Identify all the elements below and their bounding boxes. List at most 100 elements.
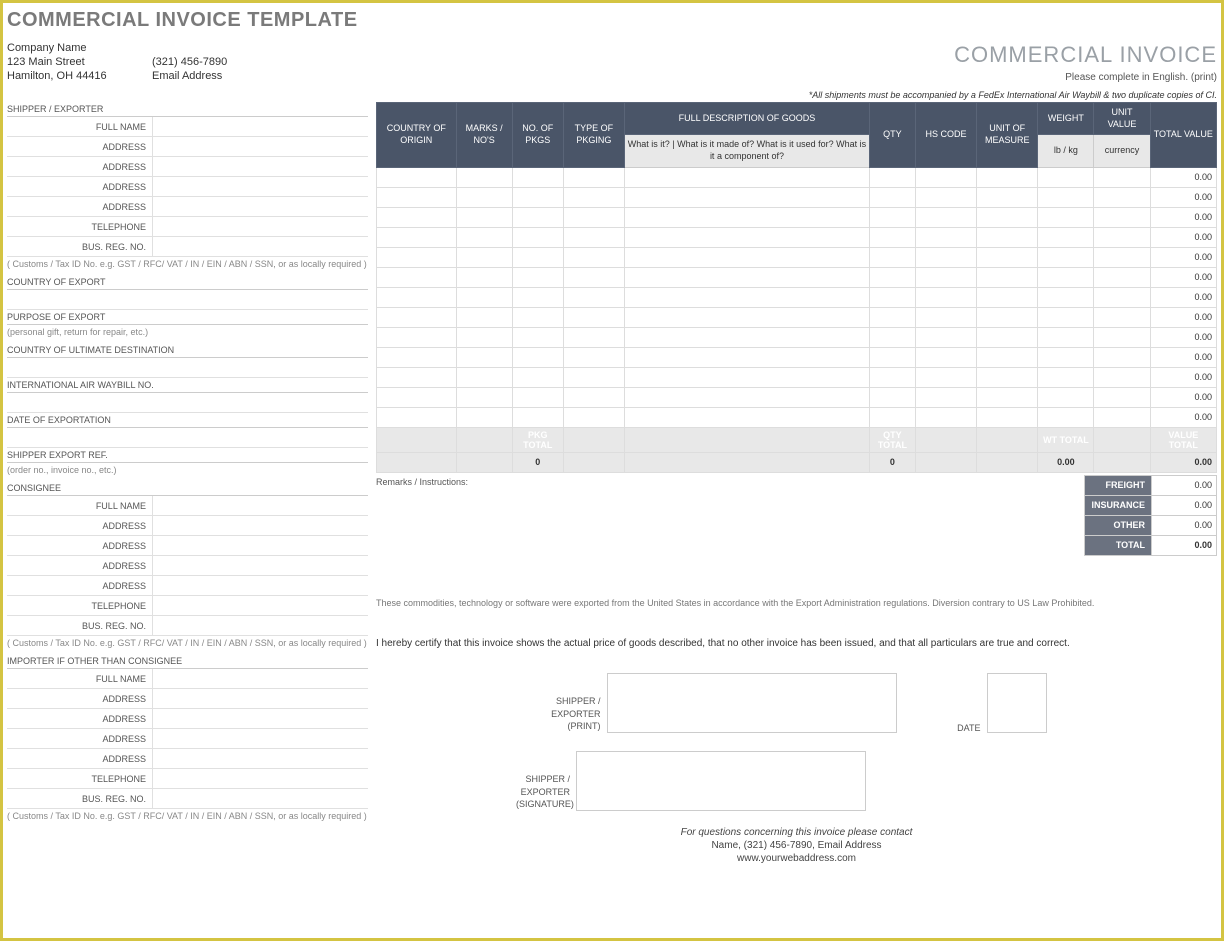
air-waybill-input[interactable] [7,393,368,412]
table-cell[interactable] [977,347,1038,367]
table-cell[interactable] [456,267,512,287]
table-cell[interactable] [625,187,870,207]
table-cell[interactable] [1038,387,1094,407]
table-cell[interactable] [869,367,915,387]
importer-address-input[interactable] [152,689,368,708]
table-row[interactable]: 0.00 [377,387,1217,407]
importer-busreg-input[interactable] [152,789,368,808]
table-cell[interactable] [456,207,512,227]
table-cell[interactable] [377,327,457,347]
table-row[interactable]: 0.00 [377,407,1217,427]
table-cell[interactable] [1038,227,1094,247]
table-cell[interactable] [1094,167,1150,187]
importer-address-input[interactable] [152,709,368,728]
importer-address-input[interactable] [152,729,368,748]
table-cell[interactable] [977,267,1038,287]
table-cell[interactable]: 0.00 [1150,227,1216,247]
table-cell[interactable] [456,347,512,367]
table-cell[interactable] [869,207,915,227]
table-cell[interactable] [377,407,457,427]
consignee-address-input[interactable] [152,536,368,555]
table-cell[interactable] [512,327,563,347]
table-cell[interactable] [1094,267,1150,287]
table-cell[interactable] [869,307,915,327]
table-cell[interactable] [625,247,870,267]
shipper-telephone-input[interactable] [152,217,368,236]
table-cell[interactable] [915,347,976,367]
table-cell[interactable] [563,387,624,407]
table-cell[interactable] [512,247,563,267]
table-cell[interactable] [456,407,512,427]
table-cell[interactable] [377,187,457,207]
table-cell[interactable] [977,247,1038,267]
table-cell[interactable] [625,367,870,387]
table-cell[interactable] [563,187,624,207]
country-export-input[interactable] [7,290,368,309]
date-export-input[interactable] [7,428,368,447]
table-cell[interactable] [977,407,1038,427]
table-cell[interactable] [625,387,870,407]
table-cell[interactable] [1094,247,1150,267]
table-cell[interactable] [456,167,512,187]
table-cell[interactable] [977,367,1038,387]
table-cell[interactable] [1094,407,1150,427]
table-cell[interactable] [456,247,512,267]
table-cell[interactable] [456,287,512,307]
country-ult-input[interactable] [7,358,368,377]
table-cell[interactable] [977,387,1038,407]
table-cell[interactable]: 0.00 [1150,267,1216,287]
table-cell[interactable] [456,187,512,207]
table-cell[interactable] [512,367,563,387]
table-cell[interactable] [512,207,563,227]
table-cell[interactable]: 0.00 [1150,407,1216,427]
table-cell[interactable] [512,347,563,367]
table-cell[interactable] [1038,287,1094,307]
table-cell[interactable] [563,227,624,247]
table-cell[interactable] [915,187,976,207]
table-row[interactable]: 0.00 [377,207,1217,227]
table-cell[interactable] [456,227,512,247]
table-cell[interactable] [977,307,1038,327]
table-cell[interactable]: 0.00 [1150,287,1216,307]
table-cell[interactable]: 0.00 [1150,187,1216,207]
table-cell[interactable] [377,387,457,407]
table-cell[interactable] [563,407,624,427]
table-cell[interactable] [377,227,457,247]
table-cell[interactable] [512,387,563,407]
table-cell[interactable] [625,267,870,287]
consignee-address-input[interactable] [152,576,368,595]
consignee-address-input[interactable] [152,516,368,535]
table-row[interactable]: 0.00 [377,167,1217,187]
table-cell[interactable] [563,327,624,347]
shipper-fullname-input[interactable] [152,117,368,136]
table-cell[interactable] [377,347,457,367]
table-cell[interactable] [977,287,1038,307]
shipper-address-input[interactable] [152,177,368,196]
table-cell[interactable] [977,207,1038,227]
table-cell[interactable] [915,167,976,187]
table-cell[interactable] [915,327,976,347]
table-cell[interactable] [625,407,870,427]
table-cell[interactable] [915,227,976,247]
table-cell[interactable] [869,287,915,307]
table-cell[interactable] [625,207,870,227]
table-cell[interactable] [1038,247,1094,267]
table-row[interactable]: 0.00 [377,227,1217,247]
table-cell[interactable] [377,167,457,187]
table-cell[interactable] [1094,287,1150,307]
table-cell[interactable] [1038,367,1094,387]
table-cell[interactable] [915,387,976,407]
table-cell[interactable] [977,167,1038,187]
table-cell[interactable] [1094,207,1150,227]
table-cell[interactable] [456,327,512,347]
table-cell[interactable] [869,347,915,367]
table-cell[interactable] [377,367,457,387]
table-cell[interactable] [869,387,915,407]
table-cell[interactable]: 0.00 [1150,367,1216,387]
table-cell[interactable] [1094,347,1150,367]
table-cell[interactable] [512,307,563,327]
importer-fullname-input[interactable] [152,669,368,688]
consignee-fullname-input[interactable] [152,496,368,515]
table-cell[interactable] [915,407,976,427]
table-cell[interactable] [915,207,976,227]
